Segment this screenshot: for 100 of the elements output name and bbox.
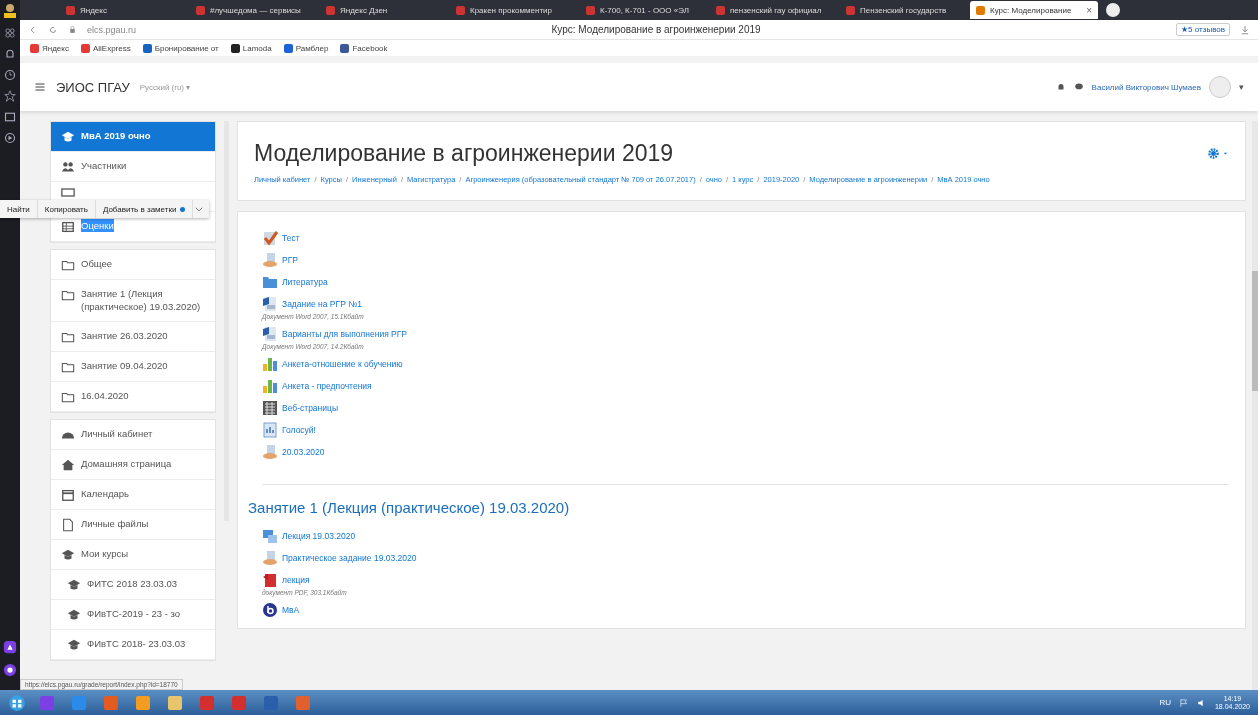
folder-icon	[61, 288, 75, 302]
bookmark-link[interactable]: Яндекс	[42, 43, 69, 53]
new-tab-button[interactable]	[1106, 3, 1120, 17]
course-title: Моделирование в агроинженерии 2019	[254, 140, 675, 167]
caret-icon	[1222, 150, 1229, 157]
popup-action[interactable]: Добавить в заметки	[95, 200, 194, 218]
document-stack-icon	[262, 251, 278, 268]
activity-link[interactable]: Голосуй!	[262, 421, 1229, 438]
reviews-button[interactable]: ★5 отзывов	[1176, 23, 1230, 36]
graduation-cap-icon	[67, 607, 81, 622]
nav-item[interactable]: МвА 2019 очно	[51, 122, 215, 152]
activity-link[interactable]: Лекция 19.03.2020	[262, 527, 1229, 544]
browser-tab[interactable]: #лучшедома — сервисы	[190, 1, 318, 19]
home-icon	[61, 457, 75, 472]
browser-tab[interactable]: пензенский гау официал	[710, 1, 838, 19]
bookmark-link[interactable]: Lamoda	[242, 43, 272, 53]
nav-item[interactable]: Мои курсы	[51, 539, 215, 570]
activity-link[interactable]: Задание на РГР №1	[262, 295, 1229, 312]
nav-item[interactable]: Личный кабинет	[51, 419, 215, 450]
nav-item[interactable]: Занятие 26.03.2020	[51, 321, 215, 352]
site-name[interactable]: ЭИОС ПГАУ	[56, 79, 130, 95]
lock-icon	[68, 25, 77, 34]
activity-link[interactable]: Анкета - предпочтения	[262, 377, 1229, 394]
bell-icon	[4, 48, 16, 60]
graduation-cap-icon	[67, 577, 81, 592]
nav-item[interactable]: Занятие 1 (Лекция (практическое) 19.03.2020)	[51, 280, 215, 322]
activity-link[interactable]: 20.03.2020	[262, 443, 1229, 460]
section-title: Занятие 1 (Лекция (практическое) 19.03.2020)	[248, 498, 571, 516]
activity-link[interactable]: МвА	[262, 601, 1229, 618]
checkmark-document-icon	[262, 229, 278, 246]
star-icon	[4, 90, 16, 102]
page-scrollbar[interactable]	[1252, 121, 1258, 690]
nav-item[interactable]: Общее	[51, 250, 215, 280]
bar-chart-icon	[262, 377, 278, 394]
users-icon	[61, 160, 75, 174]
browser-tab[interactable]: Курс: Моделирование ×	[970, 1, 1098, 19]
graduation-cap-icon	[67, 637, 81, 652]
file-icon	[61, 517, 75, 532]
graduation-cap-icon	[61, 547, 75, 562]
play-icon	[4, 132, 16, 144]
bookmark-link[interactable]: Рамблер	[295, 43, 329, 53]
window-icon	[4, 111, 16, 123]
activity-link[interactable]: Практическое задание 19.03.2020	[262, 549, 1229, 566]
activity-link[interactable]: Анкета-отношение к обучению	[262, 355, 1229, 372]
clock-icon	[4, 69, 16, 81]
start-orb-icon	[8, 693, 26, 712]
folder-icon	[61, 258, 75, 272]
nav-item[interactable]: Участники	[51, 152, 215, 182]
pdf-document-icon	[262, 571, 278, 588]
address-field[interactable]: elcs.pgau.ru	[87, 24, 137, 35]
document-stack-icon	[262, 443, 278, 460]
calendar-icon	[61, 487, 75, 502]
reload-icon	[48, 24, 58, 35]
nav-item[interactable]: ФИТС 2018 23.03.03	[51, 569, 215, 600]
download-icon	[1240, 24, 1250, 35]
popup-action[interactable]: Копировать	[37, 200, 96, 218]
grid-page-icon	[262, 399, 278, 416]
chart-page-icon	[262, 421, 278, 438]
grid-icon	[4, 27, 16, 39]
popup-action[interactable]: Найти	[0, 200, 38, 218]
browser-tab[interactable]: Яндекс Дзен	[320, 1, 448, 19]
user-name[interactable]: Василий Викторович Шумаев	[1091, 82, 1201, 92]
bookmark-link[interactable]: AliExpress	[92, 43, 131, 53]
slides-icon	[262, 527, 278, 544]
activity-link[interactable]: Варианты для выполнения РГР	[262, 325, 1229, 342]
bar-chart-icon	[262, 355, 278, 372]
graduation-cap-icon	[61, 130, 75, 144]
bookmark-link[interactable]: Facebook	[352, 43, 388, 53]
browser-tab[interactable]: К-700, К-701 - ООО «ЭЛ	[580, 1, 708, 19]
activity-link[interactable]: Тест	[262, 229, 1229, 246]
nav-item[interactable]: Домашняя страница	[51, 449, 215, 480]
document-stack-icon	[262, 549, 278, 566]
nav-item[interactable]: Занятие 09.04.2020	[51, 351, 215, 382]
table-icon	[61, 220, 75, 234]
browser-tab[interactable]: Кракен прокомментир	[450, 1, 578, 19]
nav-item[interactable]: ФИвТС 2018- 23.03.03	[51, 629, 215, 660]
chat-icon	[1073, 82, 1084, 92]
nav-item[interactable]: 16.04.2020	[51, 381, 215, 412]
user-menu-caret[interactable]: ▾	[1239, 82, 1244, 92]
activity-link[interactable]: РГР	[262, 251, 1229, 268]
browser-tab[interactable]: Яндекс	[60, 1, 188, 19]
nav-item[interactable]: Календарь	[51, 479, 215, 510]
menu-icon	[34, 81, 46, 93]
nav-item[interactable]: ФИвТС-2019 - 23 - зо	[51, 599, 215, 630]
keyboard-language[interactable]: RU	[1159, 698, 1171, 707]
avatar-placeholder[interactable]	[1209, 76, 1231, 98]
round-logo-icon	[262, 601, 278, 618]
badge-icon	[61, 188, 75, 197]
activity-link[interactable]: Веб-страницы	[262, 399, 1229, 416]
activity-link[interactable]: лекция	[262, 571, 1229, 588]
word-document-icon	[262, 325, 278, 342]
bookmark-link[interactable]: Бронирование от	[154, 43, 219, 53]
flag-icon	[1178, 697, 1189, 708]
activity-link[interactable]: Литература	[262, 273, 1229, 290]
browser-tab[interactable]: Пензенский государств	[840, 1, 968, 19]
word-document-icon	[262, 295, 278, 312]
nav-item[interactable]: Личные файлы	[51, 509, 215, 540]
settings-menu[interactable]	[1207, 147, 1229, 160]
page-title: Курс: Моделирование в агроинженерии 2019	[550, 24, 762, 35]
gear-icon	[1207, 147, 1220, 160]
